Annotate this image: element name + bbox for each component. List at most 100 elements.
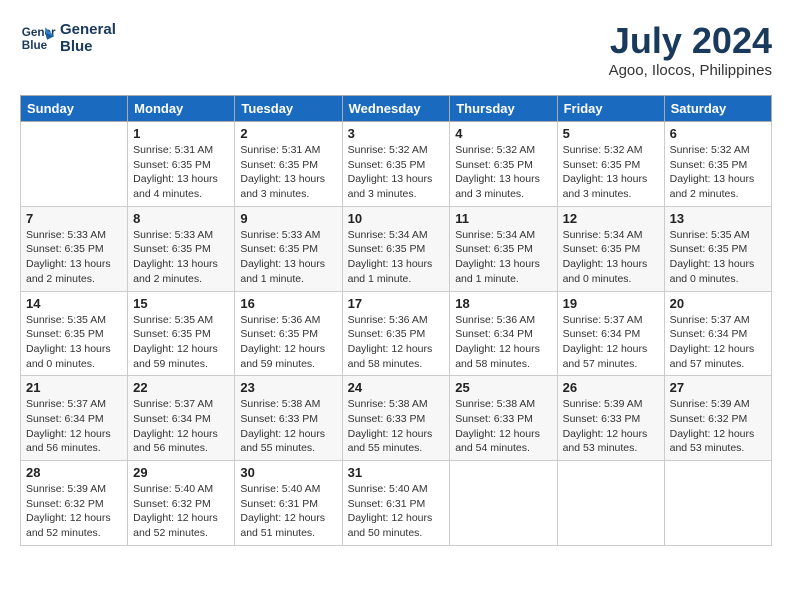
header-saturday: Saturday bbox=[664, 96, 771, 122]
day-number: 4 bbox=[455, 126, 551, 141]
day-number: 13 bbox=[670, 211, 766, 226]
day-info: Sunrise: 5:36 AM Sunset: 6:34 PM Dayligh… bbox=[455, 313, 551, 372]
day-cell: 1 Sunrise: 5:31 AM Sunset: 6:35 PM Daylig… bbox=[128, 122, 235, 207]
day-info: Sunrise: 5:38 AM Sunset: 6:33 PM Dayligh… bbox=[455, 397, 551, 456]
header-wednesday: Wednesday bbox=[342, 96, 450, 122]
location: Agoo, Ilocos, Philippines bbox=[609, 62, 772, 79]
day-cell: 20 Sunrise: 5:37 AM Sunset: 6:34 PM Dayli… bbox=[664, 291, 771, 376]
day-info: Sunrise: 5:37 AM Sunset: 6:34 PM Dayligh… bbox=[563, 313, 659, 372]
logo: General Blue General Blue bbox=[20, 20, 116, 56]
day-number: 28 bbox=[26, 465, 122, 480]
day-info: Sunrise: 5:40 AM Sunset: 6:31 PM Dayligh… bbox=[240, 482, 336, 541]
day-cell: 28Sunrise: 5:39 AM Sunset: 6:32 PM Dayli… bbox=[21, 461, 128, 546]
logo-line2: Blue bbox=[60, 38, 116, 55]
day-info: Sunrise: 5:35 AM Sunset: 6:35 PM Dayligh… bbox=[133, 313, 229, 372]
day-cell bbox=[450, 461, 557, 546]
day-number: 9 bbox=[240, 211, 336, 226]
week-row-1: 7 Sunrise: 5:33 AM Sunset: 6:35 PM Daylig… bbox=[21, 206, 772, 291]
day-number: 8 bbox=[133, 211, 229, 226]
day-number: 2 bbox=[240, 126, 336, 141]
day-cell: 3 Sunrise: 5:32 AM Sunset: 6:35 PM Daylig… bbox=[342, 122, 450, 207]
day-info: Sunrise: 5:32 AM Sunset: 6:35 PM Dayligh… bbox=[455, 143, 551, 202]
day-cell: 26Sunrise: 5:39 AM Sunset: 6:33 PM Dayli… bbox=[557, 376, 664, 461]
day-info: Sunrise: 5:37 AM Sunset: 6:34 PM Dayligh… bbox=[133, 397, 229, 456]
month-title: July 2024 bbox=[609, 20, 772, 62]
day-cell: 31Sunrise: 5:40 AM Sunset: 6:31 PM Dayli… bbox=[342, 461, 450, 546]
day-cell: 14Sunrise: 5:35 AM Sunset: 6:35 PM Dayli… bbox=[21, 291, 128, 376]
day-info: Sunrise: 5:40 AM Sunset: 6:32 PM Dayligh… bbox=[133, 482, 229, 541]
day-info: Sunrise: 5:38 AM Sunset: 6:33 PM Dayligh… bbox=[348, 397, 445, 456]
logo-icon: General Blue bbox=[20, 20, 56, 56]
day-cell: 27 Sunrise: 5:39 AM Sunset: 6:32 PM Dayli… bbox=[664, 376, 771, 461]
day-cell: 6 Sunrise: 5:32 AM Sunset: 6:35 PM Daylig… bbox=[664, 122, 771, 207]
day-cell: 2Sunrise: 5:31 AM Sunset: 6:35 PM Daylig… bbox=[235, 122, 342, 207]
day-info: Sunrise: 5:39 AM Sunset: 6:32 PM Dayligh… bbox=[670, 397, 766, 456]
header-friday: Friday bbox=[557, 96, 664, 122]
day-number: 29 bbox=[133, 465, 229, 480]
day-number: 11 bbox=[455, 211, 551, 226]
day-cell: 9Sunrise: 5:33 AM Sunset: 6:35 PM Daylig… bbox=[235, 206, 342, 291]
day-number: 24 bbox=[348, 380, 445, 395]
day-number: 21 bbox=[26, 380, 122, 395]
day-info: Sunrise: 5:34 AM Sunset: 6:35 PM Dayligh… bbox=[348, 228, 445, 287]
day-info: Sunrise: 5:34 AM Sunset: 6:35 PM Dayligh… bbox=[455, 228, 551, 287]
day-info: Sunrise: 5:33 AM Sunset: 6:35 PM Dayligh… bbox=[133, 228, 229, 287]
day-number: 27 bbox=[670, 380, 766, 395]
day-cell: 22 Sunrise: 5:37 AM Sunset: 6:34 PM Dayli… bbox=[128, 376, 235, 461]
logo-line1: General bbox=[60, 21, 116, 38]
day-number: 23 bbox=[240, 380, 336, 395]
day-cell: 5 Sunrise: 5:32 AM Sunset: 6:35 PM Daylig… bbox=[557, 122, 664, 207]
header-monday: Monday bbox=[128, 96, 235, 122]
day-number: 17 bbox=[348, 296, 445, 311]
day-cell: 29 Sunrise: 5:40 AM Sunset: 6:32 PM Dayli… bbox=[128, 461, 235, 546]
day-cell: 17 Sunrise: 5:36 AM Sunset: 6:35 PM Dayli… bbox=[342, 291, 450, 376]
day-number: 18 bbox=[455, 296, 551, 311]
week-row-4: 28Sunrise: 5:39 AM Sunset: 6:32 PM Dayli… bbox=[21, 461, 772, 546]
day-cell: 23Sunrise: 5:38 AM Sunset: 6:33 PM Dayli… bbox=[235, 376, 342, 461]
header-thursday: Thursday bbox=[450, 96, 557, 122]
day-info: Sunrise: 5:39 AM Sunset: 6:33 PM Dayligh… bbox=[563, 397, 659, 456]
day-info: Sunrise: 5:37 AM Sunset: 6:34 PM Dayligh… bbox=[670, 313, 766, 372]
calendar-table: SundayMondayTuesdayWednesdayThursdayFrid… bbox=[20, 95, 772, 546]
day-cell: 24 Sunrise: 5:38 AM Sunset: 6:33 PM Dayli… bbox=[342, 376, 450, 461]
calendar-header-row: SundayMondayTuesdayWednesdayThursdayFrid… bbox=[21, 96, 772, 122]
svg-text:Blue: Blue bbox=[22, 39, 48, 52]
day-info: Sunrise: 5:32 AM Sunset: 6:35 PM Dayligh… bbox=[670, 143, 766, 202]
day-number: 14 bbox=[26, 296, 122, 311]
day-cell: 16Sunrise: 5:36 AM Sunset: 6:35 PM Dayli… bbox=[235, 291, 342, 376]
day-number: 5 bbox=[563, 126, 659, 141]
day-number: 25 bbox=[455, 380, 551, 395]
day-number: 6 bbox=[670, 126, 766, 141]
day-cell: 11 Sunrise: 5:34 AM Sunset: 6:35 PM Dayli… bbox=[450, 206, 557, 291]
week-row-2: 14 Sunrise: 5:35 AM Sunset: 6:35 PM Dayli… bbox=[21, 291, 772, 376]
day-info: Sunrise: 5:36 AM Sunset: 6:35 PM Dayligh… bbox=[348, 313, 445, 372]
day-cell: 19 Sunrise: 5:37 AM Sunset: 6:34 PM Dayli… bbox=[557, 291, 664, 376]
day-cell bbox=[21, 122, 128, 207]
week-row-0: 1 Sunrise: 5:31 AM Sunset: 6:35 PM Daylig… bbox=[21, 122, 772, 207]
day-cell bbox=[664, 461, 771, 546]
day-number: 3 bbox=[348, 126, 445, 141]
day-cell: 21 Sunrise: 5:37 AM Sunset: 6:34 PM Dayli… bbox=[21, 376, 128, 461]
day-info: Sunrise: 5:34 AM Sunset: 6:35 PM Dayligh… bbox=[563, 228, 659, 287]
day-number: 19 bbox=[563, 296, 659, 311]
day-info: Sunrise: 5:40 AM Sunset: 6:31 PM Dayligh… bbox=[348, 482, 445, 541]
day-number: 7 bbox=[26, 211, 122, 226]
day-info: Sunrise: 5:37 AM Sunset: 6:34 PM Dayligh… bbox=[26, 397, 122, 456]
day-number: 16 bbox=[240, 296, 336, 311]
title-block: July 2024 Agoo, Ilocos, Philippines bbox=[609, 20, 772, 79]
day-cell: 10Sunrise: 5:34 AM Sunset: 6:35 PM Dayli… bbox=[342, 206, 450, 291]
header-tuesday: Tuesday bbox=[235, 96, 342, 122]
day-cell: 4 Sunrise: 5:32 AM Sunset: 6:35 PM Daylig… bbox=[450, 122, 557, 207]
day-cell: 18 Sunrise: 5:36 AM Sunset: 6:34 PM Dayli… bbox=[450, 291, 557, 376]
day-info: Sunrise: 5:31 AM Sunset: 6:35 PM Dayligh… bbox=[133, 143, 229, 202]
day-info: Sunrise: 5:32 AM Sunset: 6:35 PM Dayligh… bbox=[563, 143, 659, 202]
day-number: 15 bbox=[133, 296, 229, 311]
day-number: 12 bbox=[563, 211, 659, 226]
day-cell: 7Sunrise: 5:33 AM Sunset: 6:35 PM Daylig… bbox=[21, 206, 128, 291]
day-info: Sunrise: 5:32 AM Sunset: 6:35 PM Dayligh… bbox=[348, 143, 445, 202]
header-sunday: Sunday bbox=[21, 96, 128, 122]
day-number: 22 bbox=[133, 380, 229, 395]
day-number: 1 bbox=[133, 126, 229, 141]
page-header: General Blue General Blue July 2024 Agoo… bbox=[20, 20, 772, 79]
day-number: 20 bbox=[670, 296, 766, 311]
